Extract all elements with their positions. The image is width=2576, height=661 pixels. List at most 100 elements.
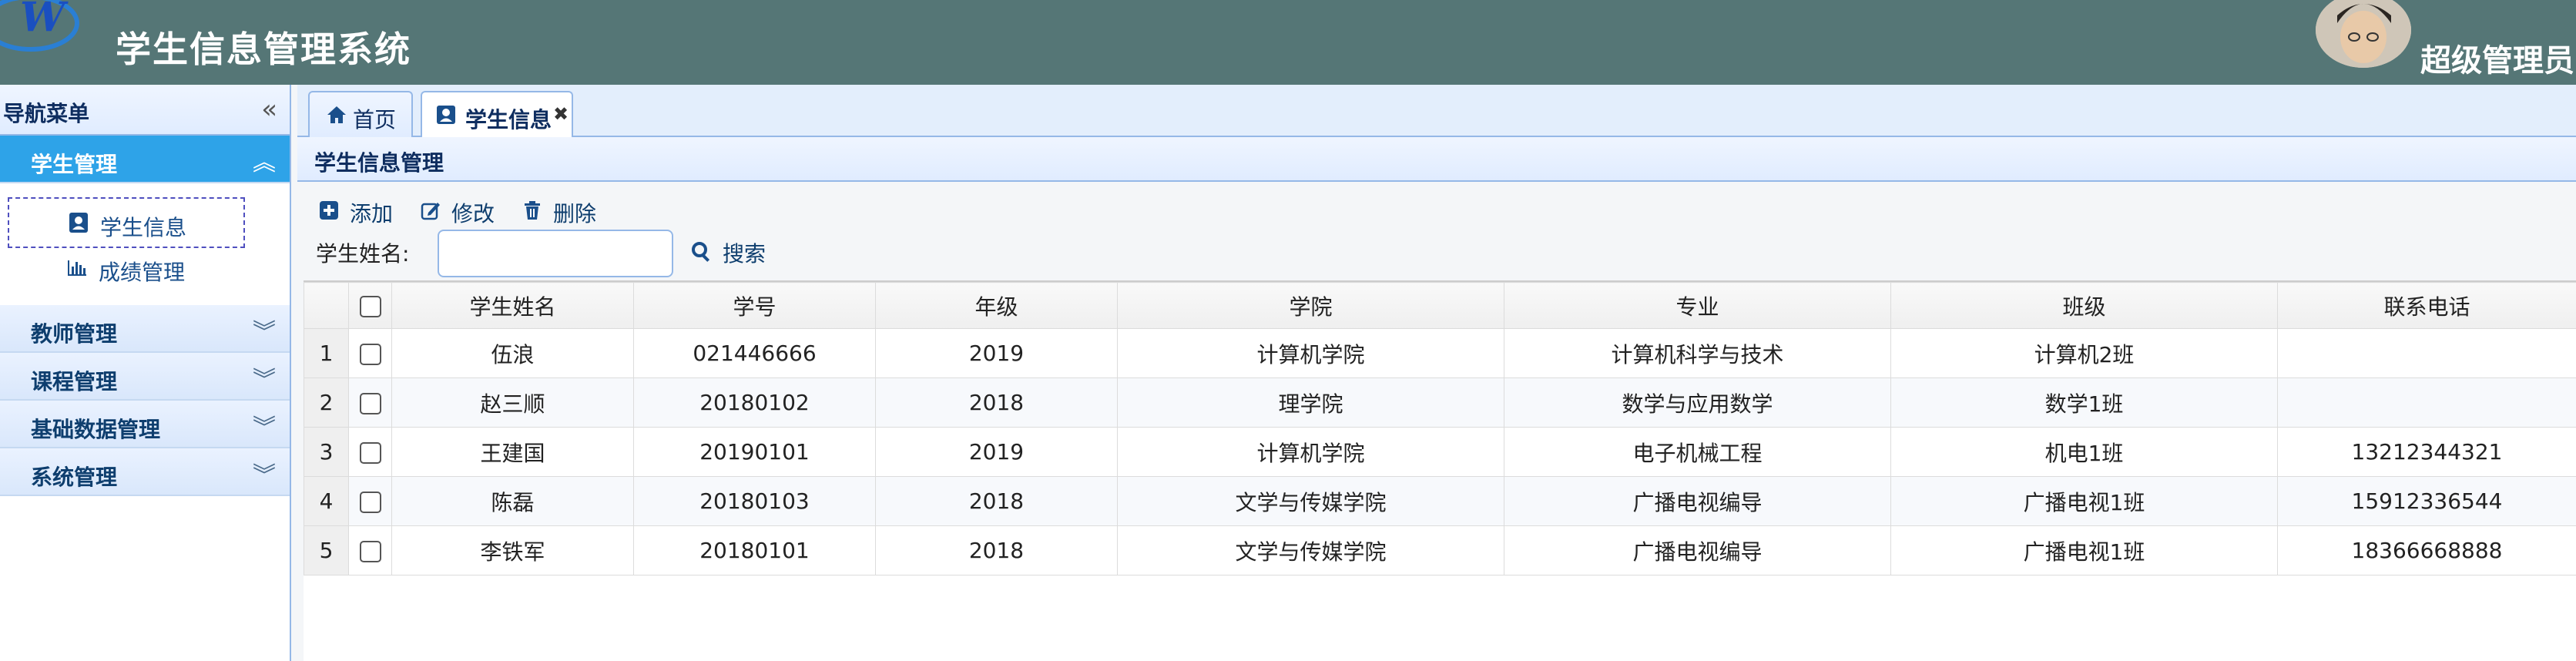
row-select-cell <box>348 377 392 428</box>
column-header[interactable]: 学生姓名 <box>391 282 634 329</box>
delete-button-label: 删除 <box>553 201 597 226</box>
student-name-search-input[interactable] <box>438 230 673 277</box>
cell-name: 陈磊 <box>391 476 634 526</box>
cell-student-id: 20180102 <box>633 377 876 428</box>
column-header[interactable]: 专业 <box>1504 282 1891 329</box>
row-checkbox[interactable] <box>359 541 381 562</box>
cell-phone: 15912336544 <box>2277 476 2576 526</box>
row-checkbox[interactable] <box>359 344 381 365</box>
submenu-student: 学生信息 成绩管理 <box>0 183 290 305</box>
row-number: 5 <box>304 525 349 575</box>
menu-group-label: 教师管理 <box>31 321 118 347</box>
column-header[interactable]: 联系电话 <box>2277 282 2576 329</box>
menu-group-label: 课程管理 <box>31 369 118 394</box>
cell-student-id: 20180103 <box>633 476 876 526</box>
select-all-cell <box>348 282 392 329</box>
tab-student-info[interactable]: 学生信息 ✖ <box>421 91 573 139</box>
plus-square-icon <box>320 201 338 220</box>
cell-phone <box>2277 377 2576 428</box>
cell-class: 计算机2班 <box>1890 328 2278 378</box>
cell-class: 广播电视1班 <box>1890 525 2278 575</box>
search-button-label: 搜索 <box>723 241 766 267</box>
cell-college: 计算机学院 <box>1117 427 1504 477</box>
table-row[interactable]: 2 赵三顺 20180102 2018 理学院 数学与应用数学 数学1班 <box>304 377 2576 428</box>
column-header[interactable]: 班级 <box>1890 282 2278 329</box>
app-title: 学生信息管理系统 <box>116 29 411 70</box>
search-label: 学生姓名: <box>316 241 410 267</box>
home-icon <box>327 106 346 123</box>
edit-icon <box>421 203 440 220</box>
add-button-label: 添加 <box>350 201 394 226</box>
cell-class: 机电1班 <box>1890 427 2278 477</box>
cell-student-id: 021446666 <box>633 328 876 378</box>
sidebar-header: 导航菜单 « <box>0 85 290 136</box>
user-avatar-icon <box>2316 0 2411 68</box>
user-name[interactable]: 超级管理员 <box>2420 35 2574 80</box>
column-header[interactable]: 学号 <box>633 282 876 329</box>
cell-phone: 18366668888 <box>2277 525 2576 575</box>
user-card-icon <box>437 106 455 124</box>
select-all-checkbox[interactable] <box>359 296 381 317</box>
tab-label: 学生信息 <box>465 107 552 133</box>
table-header-row: 学生姓名 学号 年级 学院 专业 班级 联系电话 <box>304 282 2576 329</box>
row-checkbox[interactable] <box>359 492 381 513</box>
menu-group-course[interactable]: 课程管理 ︾ <box>0 353 290 401</box>
chevron-down-icon: ︾ <box>253 319 276 346</box>
toolbar: 添加 修改 删除 学生姓名: 搜索 <box>297 182 2576 280</box>
row-number: 4 <box>304 476 349 526</box>
cell-college: 理学院 <box>1117 377 1504 428</box>
row-select-cell <box>348 525 392 575</box>
cell-grade: 2019 <box>875 427 1118 477</box>
sidebar-item-student-info[interactable]: 学生信息 <box>8 197 245 248</box>
panel-header: 学生信息管理 <box>297 137 2576 182</box>
table-row[interactable]: 3 王建国 20190101 2019 计算机学院 电子机械工程 机电1班 13… <box>304 427 2576 477</box>
chevron-down-icon: ︾ <box>253 414 276 441</box>
tab-label: 首页 <box>353 107 397 133</box>
cell-name: 王建国 <box>391 427 634 477</box>
panel-title: 学生信息管理 <box>314 150 444 176</box>
cell-student-id: 20180101 <box>633 525 876 575</box>
row-checkbox[interactable] <box>359 442 381 464</box>
cell-grade: 2019 <box>875 328 1118 378</box>
menu-group-system[interactable]: 系统管理 ︾ <box>0 448 290 496</box>
table-row[interactable]: 1 伍浪 021446666 2019 计算机学院 计算机科学与技术 计算机2班 <box>304 328 2576 378</box>
sidebar-title: 导航菜单 <box>3 101 90 126</box>
cell-major: 广播电视编导 <box>1504 476 1891 526</box>
cell-phone <box>2277 328 2576 378</box>
row-number: 3 <box>304 427 349 477</box>
edit-button-label: 修改 <box>451 201 495 226</box>
student-table: 学生姓名 学号 年级 学院 专业 班级 联系电话 1 伍浪 021446666 … <box>304 280 2576 661</box>
collapse-sidebar-icon[interactable]: « <box>261 94 277 125</box>
column-header[interactable]: 年级 <box>875 282 1118 329</box>
row-select-cell <box>348 476 392 526</box>
cell-grade: 2018 <box>875 476 1118 526</box>
cell-college: 文学与传媒学院 <box>1117 525 1504 575</box>
sidebar-item-grade-management[interactable]: 成绩管理 <box>8 243 245 294</box>
menu-group-student[interactable]: 学生管理 ︽ <box>0 136 290 183</box>
close-icon[interactable]: ✖ <box>553 103 569 125</box>
table-row[interactable]: 5 李铁军 20180101 2018 文学与传媒学院 广播电视编导 广播电视1… <box>304 525 2576 575</box>
sidebar-item-label: 学生信息 <box>100 215 187 240</box>
cell-name: 赵三顺 <box>391 377 634 428</box>
tab-home[interactable]: 首页 <box>308 91 413 137</box>
row-select-cell <box>348 427 392 477</box>
cell-grade: 2018 <box>875 525 1118 575</box>
column-header[interactable]: 学院 <box>1117 282 1504 329</box>
row-checkbox[interactable] <box>359 393 381 414</box>
chevron-down-icon: ︾ <box>253 462 276 489</box>
menu-group-teacher[interactable]: 教师管理 ︾ <box>0 305 290 353</box>
table-row[interactable]: 4 陈磊 20180103 2018 文学与传媒学院 广播电视编导 广播电视1班… <box>304 476 2576 526</box>
menu-group-label: 系统管理 <box>31 465 118 490</box>
cell-name: 伍浪 <box>391 328 634 378</box>
menu-group-basic-data[interactable]: 基础数据管理 ︾ <box>0 401 290 448</box>
chevron-up-icon: ︽ <box>253 149 276 176</box>
cell-student-id: 20190101 <box>633 427 876 477</box>
search-icon <box>692 242 710 262</box>
row-number: 1 <box>304 328 349 378</box>
row-number-header <box>304 282 349 329</box>
avatar[interactable] <box>2316 0 2411 68</box>
app-header: W 学生信息管理系统 超级管理员 <box>0 0 2576 85</box>
cell-phone: 13212344321 <box>2277 427 2576 477</box>
cell-major: 广播电视编导 <box>1504 525 1891 575</box>
sidebar-item-label: 成绩管理 <box>99 260 186 285</box>
